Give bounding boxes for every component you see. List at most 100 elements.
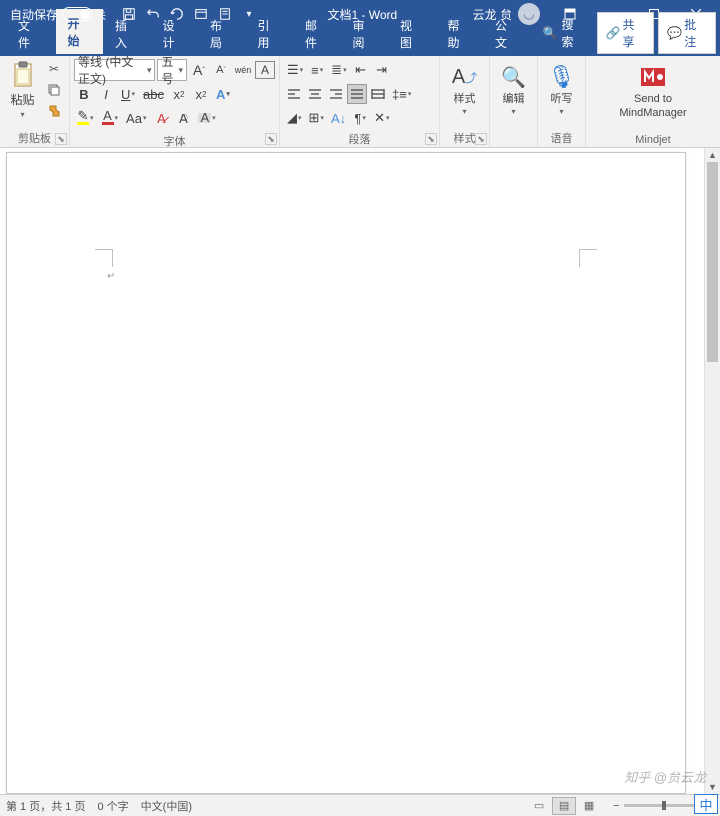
decrease-indent-icon[interactable]: ⇤	[351, 60, 371, 80]
find-icon: 🔍	[501, 63, 526, 91]
strikethrough-button[interactable]: abc	[140, 84, 167, 104]
change-case-icon[interactable]: Aa▾	[123, 108, 149, 128]
bullets-icon[interactable]: ☰▾	[284, 60, 306, 80]
grow-font-icon[interactable]: Aˆ	[189, 60, 209, 80]
scrollbar-thumb[interactable]	[707, 162, 718, 362]
chevron-down-icon: ▾	[462, 107, 466, 116]
zoom-track[interactable]	[624, 804, 704, 807]
zoom-thumb[interactable]	[662, 801, 666, 810]
chevron-down-icon: ▾	[559, 107, 563, 116]
save-icon[interactable]	[118, 3, 140, 25]
paste-button[interactable]: 粘贴 ▾	[4, 59, 41, 121]
status-language[interactable]: 中文(中国)	[141, 798, 192, 814]
vertical-scrollbar[interactable]: ▲ ▼	[704, 148, 720, 794]
qat-customize-icon[interactable]: ▾	[238, 3, 260, 25]
share-button[interactable]: 🔗共享	[597, 12, 655, 54]
paragraph-mark-icon: ↵	[107, 271, 115, 282]
align-center-icon[interactable]	[305, 84, 325, 104]
scroll-up-icon[interactable]: ▲	[705, 148, 720, 162]
group-label-paragraph: 段落	[284, 129, 435, 148]
font-size-combo[interactable]: 五号▾	[157, 59, 187, 81]
tab-review[interactable]: 审阅	[341, 11, 389, 56]
tab-help[interactable]: 帮助	[436, 11, 484, 56]
tab-view[interactable]: 视图	[388, 11, 436, 56]
align-left-icon[interactable]	[284, 84, 304, 104]
web-layout-icon[interactable]: ▦	[577, 797, 601, 815]
chevron-down-icon: ▾	[511, 107, 515, 116]
print-layout-icon[interactable]: ▤	[552, 797, 576, 815]
read-mode-icon[interactable]: ▭	[527, 797, 551, 815]
distributed-icon[interactable]	[368, 84, 388, 104]
editing-button[interactable]: 🔍 编辑 ▾	[492, 59, 536, 116]
asian-layout-icon[interactable]: ✕▾	[371, 108, 392, 128]
page-viewport[interactable]: ↵	[0, 148, 704, 794]
group-dictate: 🎙 听写 ▾ 语音	[538, 56, 586, 147]
view-buttons: ▭ ▤ ▦	[527, 797, 601, 815]
styles-button[interactable]: A⤴ 样式 ▾	[443, 59, 487, 116]
superscript-button[interactable]: x2	[191, 84, 211, 104]
show-marks-icon[interactable]: ¶▾	[350, 108, 370, 128]
undo-icon[interactable]	[142, 3, 164, 25]
scroll-down-icon[interactable]: ▼	[705, 780, 720, 794]
subscript-button[interactable]: x2	[169, 84, 189, 104]
font-color-icon[interactable]: A▾	[99, 108, 122, 128]
launcher-icon[interactable]: ⬊	[55, 133, 67, 145]
format-painter-icon[interactable]	[43, 101, 65, 121]
underline-button[interactable]: U▾	[118, 84, 138, 104]
toggle-switch-icon	[62, 7, 92, 21]
align-right-icon[interactable]	[326, 84, 346, 104]
enclose-characters-icon[interactable]: A⃝	[173, 108, 193, 128]
tab-office[interactable]: 公文	[483, 11, 531, 56]
clear-formatting-icon[interactable]: A̷	[151, 108, 171, 128]
group-editing: 🔍 编辑 ▾	[490, 56, 538, 147]
launcher-icon[interactable]: ⬊	[265, 133, 277, 145]
mindmanager-icon	[639, 63, 667, 91]
shrink-font-icon[interactable]: Aˇ	[211, 60, 231, 80]
dictate-button[interactable]: 🎙 听写 ▾	[540, 59, 584, 116]
status-page[interactable]: 第 1 页，共 1 页	[6, 798, 85, 814]
redo-icon[interactable]	[166, 3, 188, 25]
line-spacing-icon[interactable]: ‡≡▾	[389, 84, 414, 104]
send-to-mindmanager-button[interactable]: Send to MindManager	[608, 59, 698, 119]
highlight-icon[interactable]: ✎▾	[74, 108, 97, 128]
ribbon-tabs: 文件 开始 插入 设计 布局 引用 邮件 审阅 视图 帮助 公文 🔍 搜索 🔗共…	[0, 28, 720, 56]
group-label-voice: 语音	[542, 128, 581, 147]
tab-search[interactable]: 🔍 搜索	[531, 10, 597, 56]
ime-badge[interactable]: 中	[694, 794, 718, 814]
shading-icon[interactable]: ◢▾	[284, 108, 305, 128]
text-effects-icon[interactable]: A▾	[213, 84, 233, 104]
margin-corner-tl	[95, 249, 113, 267]
launcher-icon[interactable]: ⬊	[425, 133, 437, 145]
page[interactable]: ↵	[6, 152, 686, 794]
comments-button[interactable]: 💬批注	[658, 12, 716, 54]
cut-icon[interactable]: ✂	[43, 59, 65, 79]
increase-indent-icon[interactable]: ⇥	[372, 60, 392, 80]
bold-button[interactable]: B	[74, 84, 94, 104]
group-styles: A⤴ 样式 ▾ 样式 ⬊	[440, 56, 490, 147]
group-font: 等线 (中文正文)▾ 五号▾ Aˆ Aˇ wén A B I U▾ abc x2…	[70, 56, 280, 147]
qat-btn-4[interactable]	[190, 3, 212, 25]
tab-mailings[interactable]: 邮件	[293, 11, 341, 56]
italic-button[interactable]: I	[96, 84, 116, 104]
multilevel-list-icon[interactable]: ≣▾	[328, 60, 349, 80]
group-mindjet: Send to MindManager Mindjet	[586, 56, 720, 147]
search-label: 搜索	[561, 16, 584, 50]
tab-file[interactable]: 文件	[4, 11, 56, 56]
copy-icon[interactable]	[43, 80, 65, 100]
status-word-count[interactable]: 0 个字	[97, 798, 128, 814]
justify-icon[interactable]	[347, 84, 367, 104]
launcher-icon[interactable]: ⬊	[475, 133, 487, 145]
character-shading-icon[interactable]: A▾	[195, 108, 218, 128]
font-name-combo[interactable]: 等线 (中文正文)▾	[74, 59, 155, 81]
numbering-icon[interactable]: ≡▾	[307, 60, 327, 80]
styles-icon: A⤴	[452, 63, 477, 91]
clipboard-icon	[9, 61, 37, 89]
phonetic-guide-icon[interactable]: wén	[233, 60, 253, 80]
qat-btn-5[interactable]	[214, 3, 236, 25]
zoom-out-icon[interactable]: −	[613, 800, 619, 812]
borders-icon[interactable]: ⊞▾	[306, 108, 327, 128]
microphone-icon: 🎙	[548, 63, 576, 91]
sort-icon[interactable]: A↓	[328, 108, 349, 128]
status-bar: 第 1 页，共 1 页 0 个字 中文(中国) ▭ ▤ ▦ − +	[0, 794, 720, 816]
character-border-icon[interactable]: A	[255, 61, 275, 79]
